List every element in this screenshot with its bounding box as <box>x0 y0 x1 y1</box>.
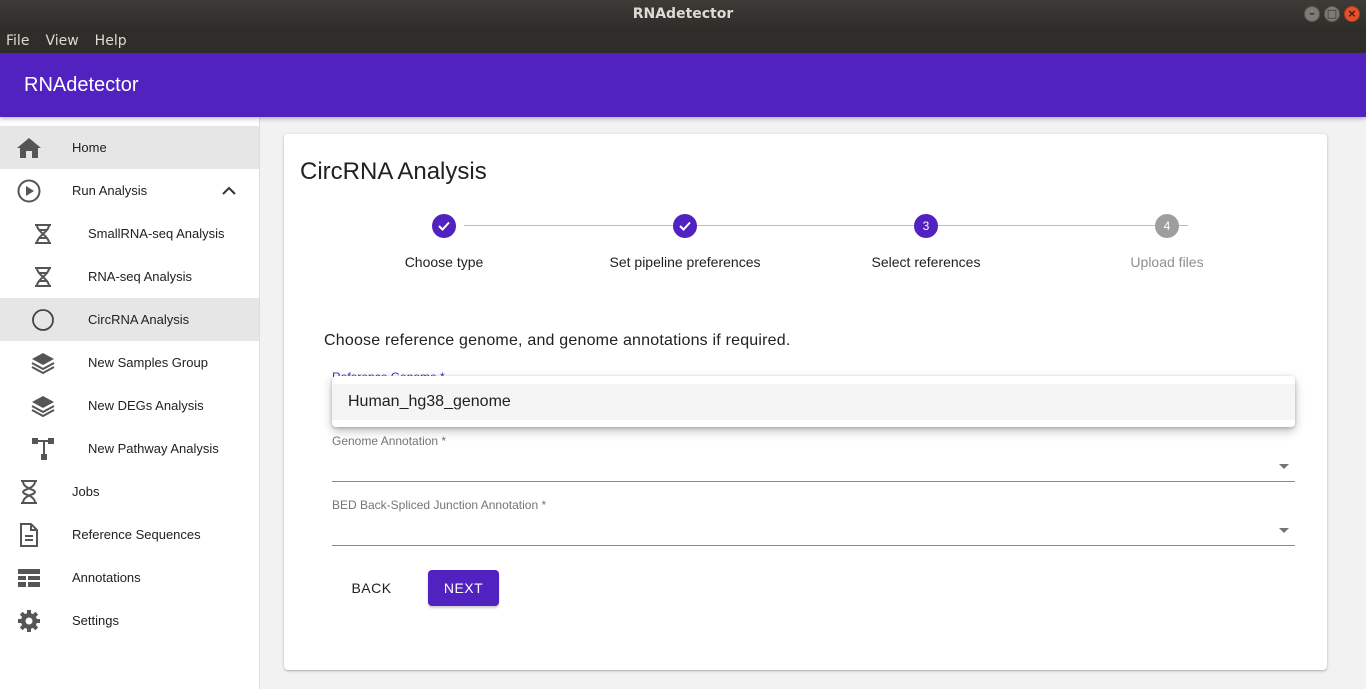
sidebar-item-label: New DEGs Analysis <box>88 398 204 413</box>
play-circle-icon <box>16 178 42 204</box>
table-icon <box>16 565 42 591</box>
sidebar-item-label: Home <box>72 140 107 155</box>
sidebar-item-label: Annotations <box>72 570 141 585</box>
bed-annotation-label: BED Back-Spliced Junction Annotation * <box>332 498 547 512</box>
reference-genome-dropdown-menu: Human_hg38_genome <box>332 376 1295 427</box>
sidebar-item-label: SmallRNA-seq Analysis <box>88 226 225 241</box>
bed-annotation-select[interactable]: BED Back-Spliced Junction Annotation * <box>332 498 1295 546</box>
layers-icon <box>30 393 56 419</box>
sidebar-item-rna-seq[interactable]: RNA-seq Analysis <box>0 255 259 298</box>
app-bar: RNAdetector <box>0 53 1366 117</box>
hourglass-icon <box>16 479 42 505</box>
dna-icon <box>30 264 56 290</box>
menu-help[interactable]: Help <box>89 33 133 49</box>
step-pipeline-preferences: Set pipeline preferences <box>585 214 785 270</box>
back-button[interactable]: BACK <box>332 570 411 606</box>
step-label: Select references <box>871 254 981 270</box>
menu-file[interactable]: File <box>0 33 35 49</box>
sidebar-item-new-degs[interactable]: New DEGs Analysis <box>0 384 259 427</box>
sidebar-item-reference-sequences[interactable]: Reference Sequences <box>0 513 259 556</box>
layers-icon <box>30 350 56 376</box>
instructions-text: Choose reference genome, and genome anno… <box>324 332 791 349</box>
menu-bar: File View Help <box>0 28 1366 53</box>
gear-icon <box>16 608 42 634</box>
chevron-up-icon[interactable] <box>219 181 239 201</box>
sidebar-item-label: New Pathway Analysis <box>88 441 219 456</box>
sidebar-item-circrna[interactable]: CircRNA Analysis <box>0 298 259 341</box>
app-title: RNAdetector <box>24 73 139 96</box>
sidebar-item-label: RNA-seq Analysis <box>88 269 193 284</box>
circle-icon <box>30 307 56 333</box>
sidebar: Home Run Analysis SmallRNA-seq Analysis … <box>0 117 260 689</box>
window-title: RNAdetector <box>632 6 734 22</box>
step-label: Set pipeline preferences <box>609 254 761 270</box>
check-icon <box>432 214 456 238</box>
step-upload-files: 4 Upload files <box>1067 214 1267 270</box>
sidebar-item-label: Reference Sequences <box>72 527 201 542</box>
sidebar-item-settings[interactable]: Settings <box>0 599 259 642</box>
minimize-button[interactable]: – <box>1304 6 1320 22</box>
dna-icon <box>30 221 56 247</box>
check-icon <box>673 214 697 238</box>
dropdown-arrow-icon <box>1279 464 1289 469</box>
sidebar-item-new-samples-group[interactable]: New Samples Group <box>0 341 259 384</box>
step-number: 3 <box>914 214 938 238</box>
sidebar-item-home[interactable]: Home <box>0 126 259 169</box>
stepper: Choose type Set pipeline preferences 3 S… <box>324 214 1288 284</box>
sidebar-item-label: Jobs <box>72 484 100 499</box>
maximize-button[interactable]: □ <box>1324 6 1340 22</box>
sidebar-item-label: Run Analysis <box>72 183 148 198</box>
step-choose-type: Choose type <box>344 214 544 270</box>
sidebar-item-jobs[interactable]: Jobs <box>0 470 259 513</box>
next-button[interactable]: NEXT <box>428 570 499 606</box>
sidebar-item-annotations[interactable]: Annotations <box>0 556 259 599</box>
sidebar-item-smallrna-seq[interactable]: SmallRNA-seq Analysis <box>0 212 259 255</box>
sidebar-item-label: CircRNA Analysis <box>88 312 190 327</box>
window-titlebar: RNAdetector – □ × <box>0 0 1366 28</box>
step-label: Choose type <box>404 254 484 270</box>
sidebar-item-run-analysis[interactable]: Run Analysis <box>0 169 259 212</box>
sidebar-item-label: Settings <box>72 613 119 628</box>
step-label: Upload files <box>1130 254 1204 270</box>
home-icon <box>16 135 42 161</box>
file-icon <box>16 522 42 548</box>
step-select-references: 3 Select references <box>826 214 1026 270</box>
genome-annotation-label: Genome Annotation * <box>332 434 447 448</box>
sitemap-icon <box>30 436 56 462</box>
step-number: 4 <box>1155 214 1179 238</box>
sidebar-item-new-pathway[interactable]: New Pathway Analysis <box>0 427 259 470</box>
menu-view[interactable]: View <box>39 33 84 49</box>
close-button[interactable]: × <box>1344 6 1360 22</box>
dropdown-option[interactable]: Human_hg38_genome <box>332 384 1295 420</box>
sidebar-item-label: New Samples Group <box>88 355 208 370</box>
dropdown-arrow-icon <box>1279 528 1289 533</box>
genome-annotation-select[interactable]: Genome Annotation * <box>332 434 1295 482</box>
page-title: CircRNA Analysis <box>300 158 487 185</box>
